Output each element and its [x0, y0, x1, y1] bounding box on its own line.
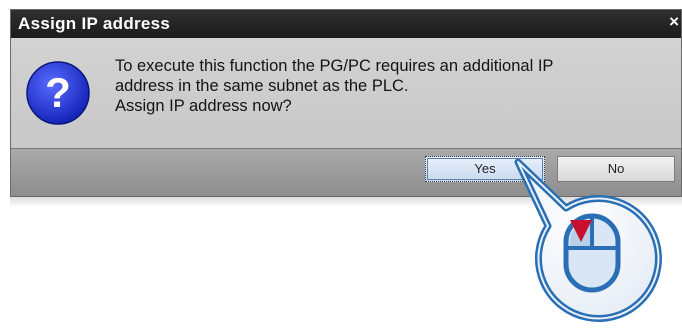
question-glyph: ? — [45, 69, 71, 116]
close-icon[interactable]: × — [669, 12, 679, 32]
dialog-titlebar[interactable]: Assign IP address × — [11, 10, 681, 38]
dialog-message: To execute this function the PG/PC requi… — [115, 56, 675, 116]
message-line-2: address in the same subnet as the PLC. — [115, 77, 409, 95]
message-line-3: Assign IP address now? — [115, 97, 292, 115]
question-icon: ? — [26, 61, 90, 125]
message-line-1: To execute this function the PG/PC requi… — [115, 57, 554, 75]
dialog-body: ? To execute this function the PG/PC req… — [11, 38, 681, 148]
mouse-left-click-icon — [563, 213, 621, 293]
dialog-title: Assign IP address — [18, 14, 171, 33]
mouse-click-callout — [514, 158, 662, 322]
